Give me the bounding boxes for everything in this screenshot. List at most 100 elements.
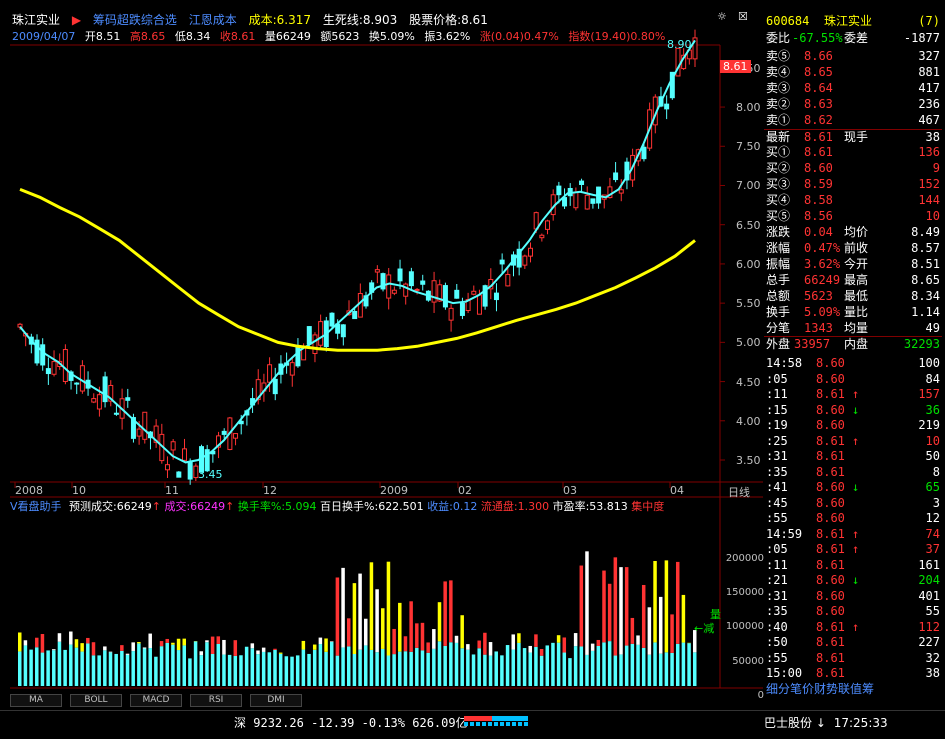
volume-bar-high (18, 632, 22, 651)
volume-bar-high (177, 639, 181, 650)
candle-body (432, 281, 436, 302)
price-marker: 8.61 (720, 60, 751, 73)
volume-bar-high (387, 562, 391, 656)
tick-volume: 227 (918, 635, 940, 650)
volume-bar-high (540, 649, 544, 656)
candle-body (177, 472, 181, 477)
volume-bar-low (131, 651, 135, 686)
candle-body (585, 195, 589, 209)
sell-label: 卖① (766, 113, 790, 128)
volume-bar-low (114, 654, 118, 686)
candle-body (449, 308, 453, 320)
panel-bottom-tabs[interactable]: 细分笔价财势联值筹 (764, 682, 942, 697)
tick-row: :318.6150 (764, 449, 942, 464)
quote-panel: 600684 珠江实业 (7) 委比 -67.55% 委差 -1877 卖⑤8.… (764, 14, 945, 694)
tab-macd[interactable]: MACD (130, 694, 182, 707)
candle-body (171, 442, 175, 450)
volume-bar-low (120, 651, 124, 686)
tick-row: :458.603 (764, 496, 942, 511)
volume-bar-low (347, 646, 351, 686)
latest-label: 最新 (766, 130, 790, 145)
tick-price: 8.61 (816, 527, 845, 542)
tick-row: :418.60↓65 (764, 480, 942, 495)
volume-bar-high (665, 560, 669, 652)
tick-volume: 401 (918, 589, 940, 604)
weibi-row: 委比 -67.55% 委差 -1877 (764, 31, 942, 46)
tick-price: 8.61 (816, 651, 845, 666)
stat-row: 总额5623最低8.34 (764, 289, 942, 304)
ticker-text[interactable]: 巴士股份 (764, 716, 812, 730)
tick-time: :21 (766, 573, 788, 588)
candle-body (341, 325, 345, 337)
candle-body (63, 350, 67, 382)
volume-bar-high (103, 646, 107, 650)
volume-bar-low (540, 656, 544, 686)
candle-body (92, 399, 96, 402)
pe-ratio: 市盈率:53.813 (553, 500, 628, 513)
tick-row: :558.6132 (764, 651, 942, 666)
tick-time: :41 (766, 480, 788, 495)
stat-label: 换手 (766, 305, 790, 320)
stat-label: 总额 (766, 289, 790, 304)
volume-bar-low (529, 653, 533, 686)
tick-time: 15:00 (766, 666, 802, 681)
tick-time: :11 (766, 387, 788, 402)
volume-title-line: V看盘助手 预测成交:66249↑ 成交:66249↑ 换手率%:5.094 百… (10, 498, 664, 514)
buy-price: 8.56 (804, 209, 833, 224)
stat-row: 总手66249最高8.65 (764, 273, 942, 288)
volume-bar-high (517, 633, 521, 643)
volume-bar-low (387, 655, 391, 686)
candle-body (330, 313, 334, 326)
sell-price: 8.65 (804, 65, 833, 80)
panel-num: 7 (926, 14, 933, 28)
candle-body (103, 377, 107, 402)
candle-body (591, 199, 595, 203)
volume-bar-low (415, 648, 419, 686)
volume-bar-low (211, 654, 215, 686)
volume-bar-high (421, 623, 425, 651)
volume-bar-high (143, 647, 147, 648)
tick-time: :19 (766, 418, 788, 433)
candle-body (41, 345, 45, 365)
tab-dmi[interactable]: DMI (250, 694, 302, 707)
candle-body (574, 192, 578, 207)
tick-row: :318.60401 (764, 589, 942, 604)
volume-bar-low (636, 645, 640, 686)
sell-label: 卖④ (766, 65, 790, 80)
volume-bar-low (46, 650, 50, 686)
tab-boll[interactable]: BOLL (70, 694, 122, 707)
float-shares: 流通盘:1.300 (481, 500, 549, 513)
volume-bar-low (443, 646, 447, 686)
clock: 17:25:33 (834, 716, 888, 730)
volume-bar-high (409, 601, 413, 652)
volume-bar-low (222, 655, 226, 686)
tick-direction: ↑ (852, 387, 859, 402)
tick-volume: 157 (918, 387, 940, 402)
candle-body (290, 363, 294, 375)
tick-volume: 36 (926, 403, 940, 418)
tab-rsi[interactable]: RSI (190, 694, 242, 707)
volume-bar-low (341, 647, 345, 686)
volume-bar-high (659, 597, 663, 654)
time-axis: 20081011122009020304 (10, 484, 720, 496)
price-tick: 7.50 (736, 140, 761, 153)
kline-chart[interactable] (0, 0, 765, 710)
inner-label: 内盘 (844, 337, 868, 352)
volume-bar-low (358, 650, 362, 686)
tab-ma[interactable]: MA (10, 694, 62, 707)
volume-bar-high (449, 580, 453, 642)
volume-bar-low (602, 642, 606, 686)
tick-time: :55 (766, 651, 788, 666)
stat-row: 涨跌0.04均价8.49 (764, 225, 942, 240)
volume-bar-low (239, 655, 243, 686)
volume-title[interactable]: V看盘助手 (10, 500, 62, 513)
volume-bar-high (148, 634, 152, 648)
volume-bar-high (126, 654, 129, 655)
tick-row: :558.6012 (764, 511, 942, 526)
volume-bar-high (86, 638, 90, 644)
tick-price: 8.60 (816, 418, 845, 433)
volume-bar-high (602, 571, 606, 643)
tick-time: :31 (766, 449, 788, 464)
candle-body (273, 379, 277, 393)
panel-tabs-label[interactable]: 细分笔价财势联值筹 (766, 682, 874, 697)
